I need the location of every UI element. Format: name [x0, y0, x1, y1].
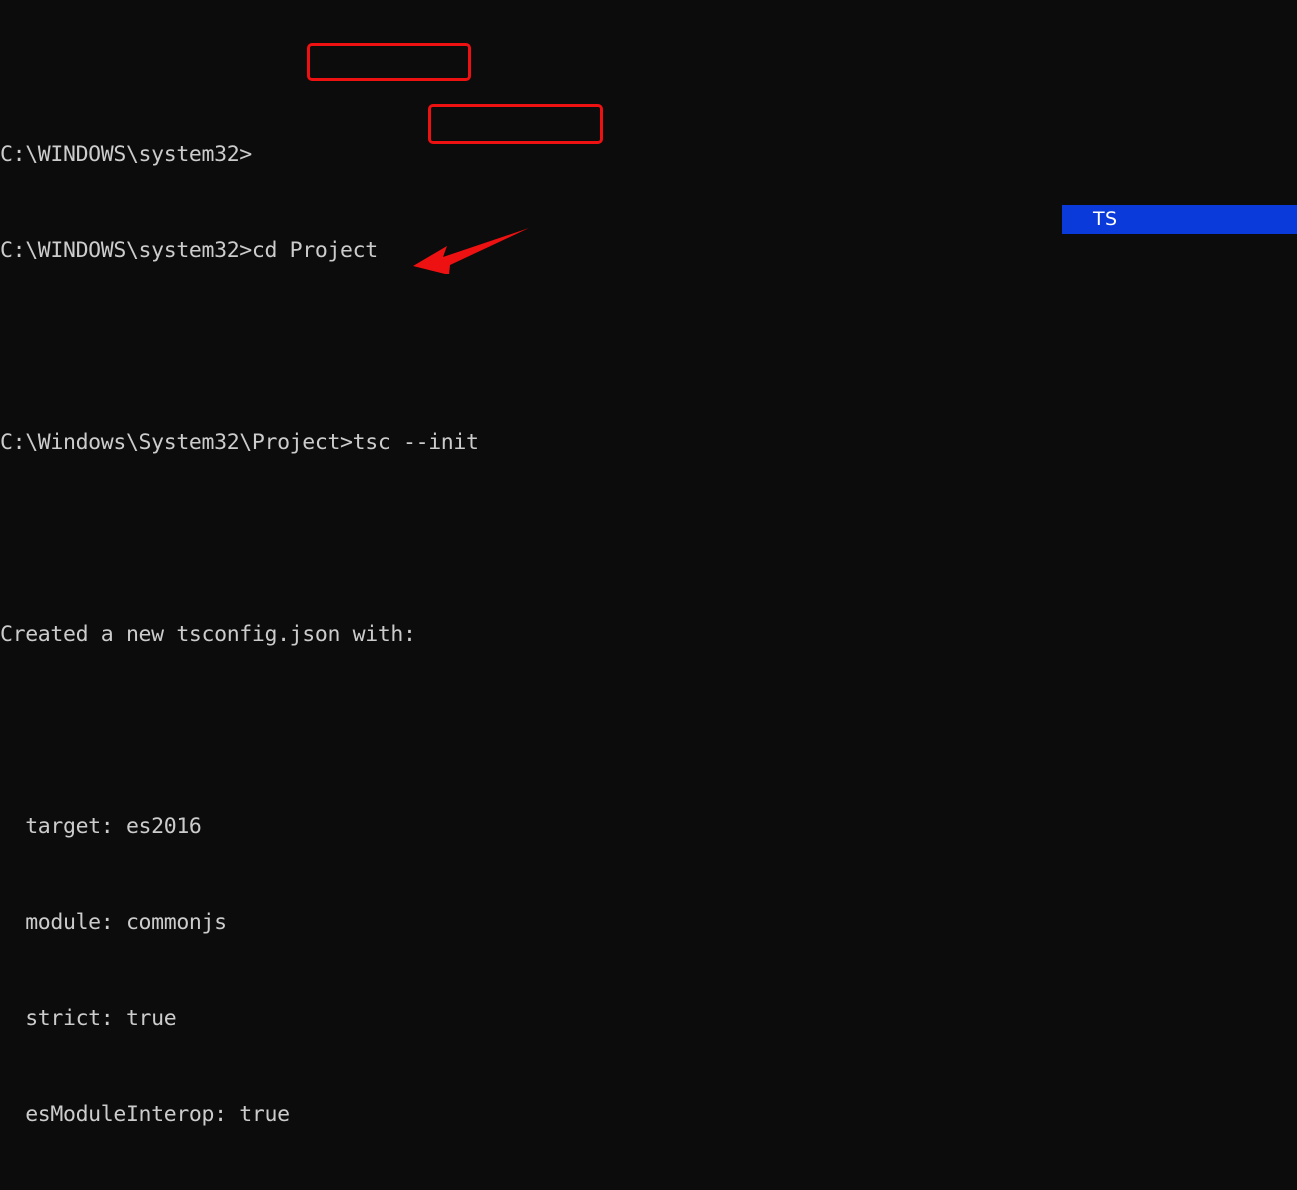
terminal-line-blank-3 [0, 715, 1297, 747]
terminal-line-blank-1 [0, 331, 1297, 363]
terminal-line-tsc-init: C:\Windows\System32\Project>tsc --init [0, 430, 479, 455]
terminal-window[interactable]: C:\WINDOWS\system32> C:\WINDOWS\system32… [0, 0, 1297, 1127]
config-line-module: module: commonjs [0, 910, 227, 935]
terminal-line-blank-2 [0, 523, 1297, 555]
terminal-output-area[interactable]: C:\WINDOWS\system32> C:\WINDOWS\system32… [0, 0, 1297, 1127]
config-line-target: target: es2016 [0, 814, 202, 839]
terminal-line-created-message: Created a new tsconfig.json with: [0, 622, 416, 647]
terminal-line-prompt-1: C:\WINDOWS\system32> [0, 142, 252, 167]
typescript-badge: TS [1062, 205, 1297, 234]
terminal-line-cd-command: C:\WINDOWS\system32>cd Project [0, 238, 378, 263]
config-line-esmoduleinterop: esModuleInterop: true [0, 1102, 290, 1127]
terminal-top-padding [0, 64, 1297, 75]
config-line-strict: strict: true [0, 1006, 177, 1031]
